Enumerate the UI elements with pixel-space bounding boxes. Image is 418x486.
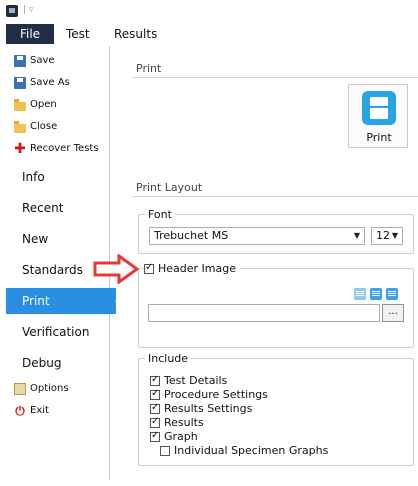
print-button-label: Print [366, 131, 392, 144]
align-right-icon[interactable] [386, 288, 398, 300]
include-results-settings-label: Results Settings [164, 402, 253, 415]
sidebar-item-verification[interactable]: Verification [6, 319, 110, 345]
include-results-settings-row[interactable]: Results Settings [150, 402, 252, 415]
include-procedure-settings-checkbox[interactable] [150, 388, 160, 400]
chevron-down-icon: ▼ [391, 231, 398, 240]
include-procedure-settings-label: Procedure Settings [164, 388, 268, 401]
quick-access-separator: | ▿ [23, 5, 34, 15]
include-results-checkbox[interactable] [150, 416, 160, 428]
include-test-details-row[interactable]: Test Details [150, 374, 227, 387]
header-image-checkbox[interactable] [144, 262, 154, 274]
header-image-label: Header Image [158, 262, 236, 275]
app-icon[interactable] [6, 5, 18, 17]
close-label: Close [30, 121, 58, 132]
save-button[interactable]: Save [14, 52, 55, 70]
options-label: Options [30, 383, 69, 394]
sidebar-item-info[interactable]: Info [6, 164, 110, 190]
callout-arrow-icon [93, 254, 139, 284]
print-layout-heading: Print Layout [136, 181, 203, 194]
font-group: Font Trebuchet MS ▼ 12 ▼ [138, 208, 414, 254]
include-individual-specimen-graphs-row[interactable]: Individual Specimen Graphs [160, 444, 328, 457]
printer-icon [362, 91, 396, 125]
menu-file[interactable]: File [6, 24, 54, 44]
chevron-down-icon: ▼ [353, 231, 360, 240]
font-group-legend: Font [145, 208, 175, 221]
include-results-label: Results [164, 416, 204, 429]
include-group-legend: Include [145, 352, 192, 365]
font-size-value: 12 [376, 229, 390, 242]
print-layout-rule [132, 196, 418, 197]
header-image-path-input[interactable] [148, 304, 380, 322]
options-icon [14, 383, 26, 395]
open-button[interactable]: Open [14, 96, 57, 114]
close-folder-icon [14, 120, 26, 133]
open-folder-icon [14, 98, 26, 111]
open-label: Open [30, 99, 57, 110]
include-individual-specimen-graphs-label: Individual Specimen Graphs [174, 444, 329, 457]
close-button[interactable]: Close [14, 118, 57, 136]
font-family-select[interactable]: Trebuchet MS ▼ [149, 227, 365, 245]
save-as-button[interactable]: Save As [14, 74, 70, 92]
menu-results[interactable]: Results [104, 24, 167, 44]
font-family-value: Trebuchet MS [154, 229, 229, 242]
align-center-icon[interactable] [370, 288, 382, 300]
include-procedure-settings-row[interactable]: Procedure Settings [150, 388, 268, 401]
exit-label: Exit [30, 405, 49, 416]
include-results-row[interactable]: Results [150, 416, 204, 429]
plus-icon: ✚ [14, 141, 26, 157]
include-individual-specimen-graphs-checkbox[interactable] [160, 445, 170, 456]
print-heading: Print [136, 62, 162, 75]
browse-button[interactable]: ... [382, 304, 404, 322]
include-graph-row[interactable]: Graph [150, 430, 198, 443]
print-heading-rule [132, 77, 418, 78]
include-graph-label: Graph [164, 430, 198, 443]
menu-bar: File Test Results [0, 24, 418, 44]
recover-tests-button[interactable]: ✚ Recover Tests [14, 140, 99, 158]
power-icon: ⏻ [15, 404, 25, 418]
menu-test[interactable]: Test [56, 24, 100, 44]
sidebar-item-debug[interactable]: Debug [6, 350, 110, 376]
sidebar-item-print-label: Print [22, 294, 50, 308]
exit-button[interactable]: ⏻ Exit [14, 402, 49, 420]
sidebar-item-recent[interactable]: Recent [6, 195, 110, 221]
save-label: Save [30, 55, 55, 66]
include-results-settings-checkbox[interactable] [150, 402, 160, 414]
include-test-details-label: Test Details [164, 374, 228, 387]
sidebar-item-new[interactable]: New [6, 226, 110, 252]
print-settings-panel: Print Print Print Layout Font Trebuchet … [120, 46, 418, 486]
recover-tests-label: Recover Tests [30, 143, 99, 154]
align-left-icon[interactable] [354, 288, 366, 300]
font-size-select[interactable]: 12 ▼ [371, 227, 403, 245]
print-button[interactable]: Print [348, 84, 408, 148]
sidebar-item-print[interactable]: Print [6, 288, 123, 314]
include-graph-checkbox[interactable] [150, 430, 160, 442]
save-as-label: Save As [30, 77, 70, 88]
include-test-details-checkbox[interactable] [150, 374, 160, 386]
header-image-checkbox-row[interactable]: Header Image [144, 262, 240, 275]
title-bar: | ▿ [0, 0, 418, 22]
save-icon [14, 55, 26, 67]
save-as-icon [14, 77, 26, 89]
options-button[interactable]: Options [14, 380, 69, 398]
